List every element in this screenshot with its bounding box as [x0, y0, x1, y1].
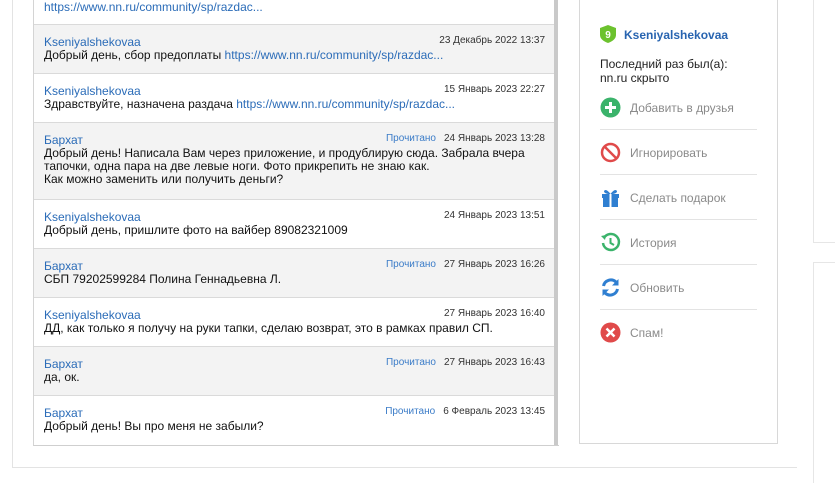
message-text: Добрый день! Вы про меня не забыли?	[44, 419, 264, 433]
message-text: Добрый день, пришлите фото на вайбер 890…	[44, 223, 348, 237]
message-author[interactable]: Бархат	[44, 357, 83, 371]
level-badge-icon: 9	[600, 25, 616, 43]
ignore-icon	[600, 142, 621, 163]
refresh-icon	[602, 278, 619, 297]
message-item: Kseniyalshekovaa 27 Январь 2023 16:40 ДД…	[34, 298, 555, 347]
message-text: СБП 79202599284 Полина Геннадьевна Л.	[44, 272, 282, 286]
page-border-left	[12, 0, 13, 468]
message-meta: Прочитано 24 Январь 2023 13:28	[386, 133, 545, 144]
message-item: https://www.nn.ru/community/sp/razdac...	[34, 0, 555, 25]
message-date: 23 Декабрь 2022 13:37	[439, 35, 545, 46]
message-text: Добрый день! Написала Вам через приложен…	[44, 146, 525, 186]
message-meta: 24 Январь 2023 13:51	[444, 210, 545, 221]
read-status: Прочитано	[385, 259, 436, 270]
username-link[interactable]: Kseniyalshekovaa	[624, 28, 728, 42]
page-border-bottom	[12, 467, 797, 468]
history-button[interactable]: История	[600, 220, 757, 265]
message-item: Kseniyalshekovaa 23 Декабрь 2022 13:37 Д…	[34, 25, 555, 74]
message-text: ДД, как только я получу на руки тапки, с…	[44, 321, 493, 335]
message-date: 27 Январь 2023 16:26	[443, 259, 545, 270]
message-author[interactable]: Kseniyalshekovaa	[44, 308, 141, 322]
gift-button[interactable]: Сделать подарок	[600, 175, 757, 220]
ignore-button[interactable]: Игнорировать	[600, 130, 757, 175]
add-friend-icon	[600, 97, 621, 118]
message-link[interactable]: https://www.nn.ru/community/sp/razdac...	[236, 97, 455, 111]
message-item: Бархат Прочитано 6 Февраль 2023 13:45 Доб…	[34, 396, 555, 444]
message-item: Бархат Прочитано 24 Январь 2023 13:28 Доб…	[34, 123, 555, 200]
message-item: Kseniyalshekovaa 15 Январь 2023 22:27 Зд…	[34, 74, 555, 123]
message-date: 15 Январь 2023 22:27	[443, 84, 545, 95]
side-border	[813, 262, 835, 263]
add-friend-button[interactable]: Добавить в друзья	[600, 85, 757, 130]
message-text: да, ок.	[44, 370, 80, 384]
message-date: 27 Январь 2023 16:40	[443, 308, 545, 319]
message-date: 6 Февраль 2023 13:45	[443, 406, 545, 417]
last-seen: Последний раз был(а): nn.ru скрыто	[600, 57, 728, 85]
message-author[interactable]: Kseniyalshekovaa	[44, 35, 141, 49]
message-author[interactable]: Бархат	[44, 259, 83, 273]
message-item: Бархат Прочитано 27 Январь 2023 16:43 да,…	[34, 347, 555, 396]
message-date: 27 Январь 2023 16:43	[443, 357, 545, 368]
svg-text:9: 9	[605, 30, 611, 41]
message-item: Kseniyalshekovaa 24 Январь 2023 13:51 До…	[34, 200, 555, 249]
profile-panel: 9 Kseniyalshekovaa Последний раз был(а):…	[579, 0, 778, 444]
message-meta: Прочитано 6 Февраль 2023 13:45	[385, 406, 545, 417]
spam-icon	[600, 322, 621, 343]
history-icon	[601, 232, 621, 252]
message-meta: 27 Январь 2023 16:40	[444, 308, 545, 319]
message-item: Бархат Прочитано 27 Январь 2023 16:26 СБП…	[34, 249, 555, 298]
side-border	[813, 242, 835, 243]
message-list-scrollbar[interactable]	[554, 0, 558, 445]
message-meta: 15 Январь 2023 22:27	[444, 84, 545, 95]
message-text: Здравствуйте, назначена раздача https://…	[44, 97, 455, 111]
gift-icon	[602, 190, 619, 207]
message-meta: 23 Декабрь 2022 13:37	[439, 35, 545, 46]
message-meta: Прочитано 27 Январь 2023 16:43	[386, 357, 545, 368]
message-link[interactable]: https://www.nn.ru/community/sp/razdac...	[44, 0, 263, 14]
message-author[interactable]: Бархат	[44, 406, 83, 420]
message-author[interactable]: Kseniyalshekovaa	[44, 210, 141, 224]
read-status: Прочитано	[385, 133, 436, 144]
message-author[interactable]: Kseniyalshekovaa	[44, 84, 141, 98]
message-meta: Прочитано 27 Январь 2023 16:26	[386, 259, 545, 270]
message-author[interactable]: Бархат	[44, 133, 83, 147]
message-date: 24 Январь 2023 13:28	[443, 133, 545, 144]
read-status: Прочитано	[385, 357, 436, 368]
read-status: Прочитано	[385, 406, 436, 417]
message-date: 24 Январь 2023 13:51	[443, 210, 545, 221]
spam-button[interactable]: Спам!	[600, 310, 757, 354]
side-border	[813, 0, 814, 243]
message-link[interactable]: https://www.nn.ru/community/sp/razdac...	[225, 48, 444, 62]
side-border	[813, 262, 814, 483]
message-list: https://www.nn.ru/community/sp/razdac...…	[33, 0, 559, 446]
refresh-button[interactable]: Обновить	[600, 265, 757, 310]
message-text: Добрый день, сбор предоплаты https://www…	[44, 48, 444, 62]
